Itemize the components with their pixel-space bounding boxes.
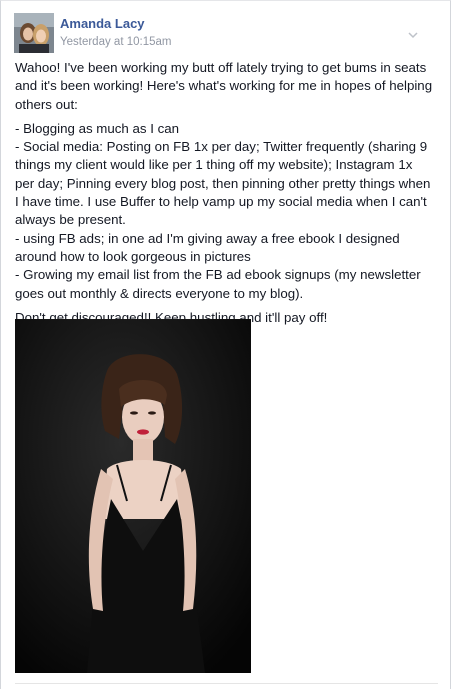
author-name-link[interactable]: Amanda Lacy <box>60 16 145 31</box>
post-intro: Wahoo! I've been working my butt off lat… <box>15 60 433 112</box>
post-photo[interactable] <box>15 319 251 673</box>
list-item: - Blogging as much as I can <box>15 120 180 136</box>
avatar[interactable] <box>14 13 54 53</box>
list-item: - Growing my email list from the FB ad e… <box>15 267 421 301</box>
avatar-image <box>14 13 54 53</box>
post-body: Wahoo! I've been working my butt off lat… <box>15 59 435 333</box>
post-timestamp[interactable]: Yesterday at 10:15am <box>60 36 171 48</box>
post-card: Amanda Lacy Yesterday at 10:15am Wahoo! … <box>0 0 451 689</box>
footer-divider <box>15 683 438 684</box>
model-photo-image <box>15 319 251 673</box>
post-header: Amanda Lacy Yesterday at 10:15am <box>14 13 434 53</box>
list-item: - using FB ads; in one ad I'm giving awa… <box>15 230 400 264</box>
post-list: - Blogging as much as I can - Social med… <box>15 120 435 303</box>
chevron-down-icon[interactable] <box>408 27 418 39</box>
list-item: - Social media: Posting on FB 1x per day… <box>15 139 431 228</box>
